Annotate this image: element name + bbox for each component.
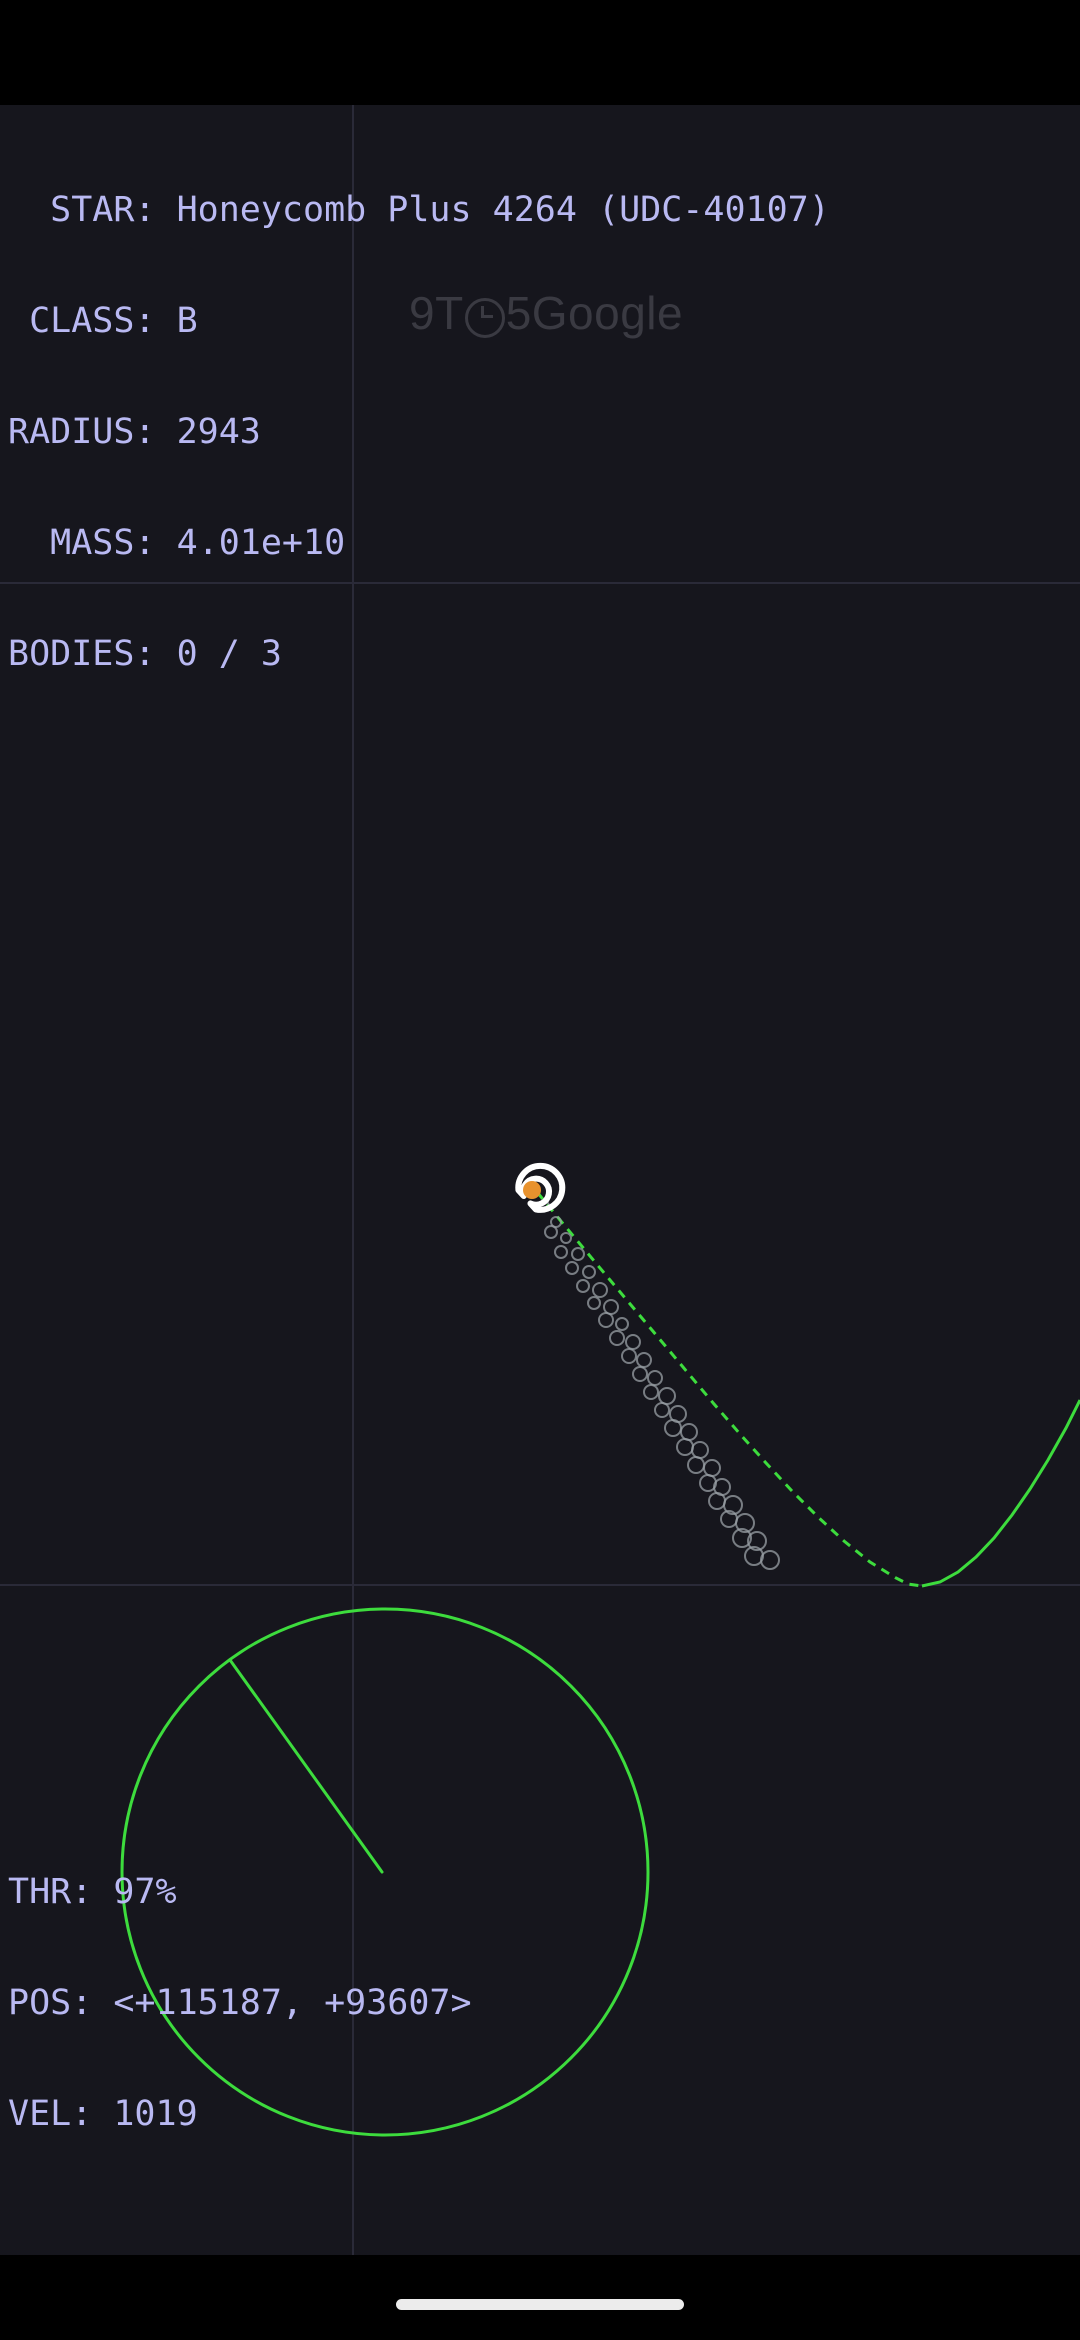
exhaust-particle bbox=[658, 1387, 676, 1405]
radius-line: RADIUS: 2943 bbox=[8, 412, 261, 452]
thruster-flame bbox=[523, 1181, 541, 1199]
exhaust-particle bbox=[647, 1370, 663, 1386]
exhaust-particle bbox=[625, 1334, 641, 1350]
exhaust-particle bbox=[676, 1438, 694, 1456]
vel-line: VEL: 1019 bbox=[8, 2094, 198, 2134]
exhaust-particle bbox=[592, 1282, 608, 1298]
simulation-viewport[interactable]: STAR: Honeycomb Plus 4264 (UDC-40107) CL… bbox=[0, 105, 1080, 2255]
exhaust-particle bbox=[760, 1550, 780, 1570]
star-info-panel: STAR: Honeycomb Plus 4264 (UDC-40107) CL… bbox=[8, 118, 830, 747]
exhaust-particle bbox=[636, 1352, 652, 1368]
exhaust-particle bbox=[587, 1296, 601, 1310]
exhaust-particle bbox=[598, 1312, 614, 1328]
exhaust-particle bbox=[691, 1441, 709, 1459]
exhaust-particle bbox=[664, 1419, 682, 1437]
publisher-watermark: 9T 5Google bbox=[409, 286, 683, 340]
exhaust-particle bbox=[554, 1245, 568, 1259]
exhaust-trail bbox=[538, 1200, 780, 1570]
exhaust-particle bbox=[621, 1348, 637, 1364]
exhaust-particle bbox=[560, 1232, 572, 1244]
trajectory-solid bbox=[921, 1399, 1080, 1588]
exhaust-particle bbox=[571, 1247, 585, 1261]
clock-icon bbox=[464, 298, 505, 338]
ship-hull bbox=[515, 1162, 566, 1213]
letterbox-top bbox=[0, 0, 1080, 105]
exhaust-particle bbox=[615, 1317, 629, 1331]
exhaust-particle bbox=[544, 1225, 558, 1239]
ship-telemetry-panel: THR: 97% POS: <+115187, +93607> VEL: 101… bbox=[8, 1800, 472, 2207]
exhaust-particle bbox=[703, 1459, 721, 1477]
ship-marker bbox=[515, 1162, 566, 1213]
watermark-suffix: 5Google bbox=[505, 287, 684, 339]
exhaust-particle bbox=[565, 1261, 579, 1275]
bodies-line: BODIES: 0 / 3 bbox=[8, 634, 282, 674]
exhaust-particle bbox=[582, 1265, 596, 1279]
exhaust-particle bbox=[609, 1330, 625, 1346]
exhaust-particle bbox=[687, 1456, 705, 1474]
home-gesture-pill[interactable] bbox=[396, 2299, 684, 2310]
exhaust-particle bbox=[643, 1384, 659, 1400]
watermark-prefix: 9T bbox=[409, 287, 464, 339]
exhaust-particle bbox=[632, 1366, 648, 1382]
exhaust-particle bbox=[680, 1423, 698, 1441]
letterbox-bottom bbox=[0, 2255, 1080, 2340]
exhaust-particle bbox=[708, 1492, 726, 1510]
app-root: STAR: Honeycomb Plus 4264 (UDC-40107) CL… bbox=[0, 0, 1080, 2340]
star-line: STAR: Honeycomb Plus 4264 (UDC-40107) bbox=[8, 190, 830, 230]
exhaust-particle bbox=[576, 1279, 590, 1293]
exhaust-particle bbox=[654, 1402, 670, 1418]
thr-line: THR: 97% bbox=[8, 1872, 177, 1912]
mass-line: MASS: 4.01e+10 bbox=[8, 523, 346, 563]
exhaust-particle bbox=[603, 1299, 619, 1315]
pos-line: POS: <+115187, +93607> bbox=[8, 1983, 472, 2023]
